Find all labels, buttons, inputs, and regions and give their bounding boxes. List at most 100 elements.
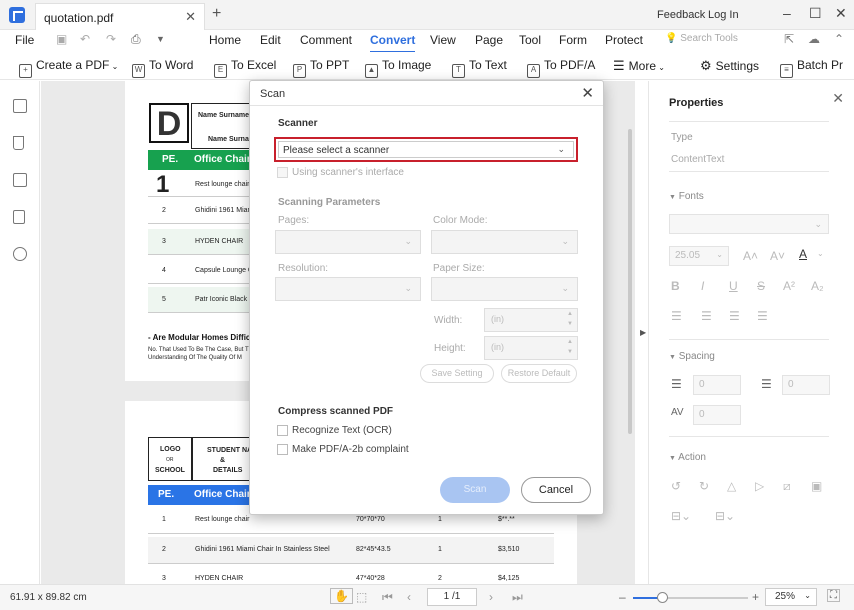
previous-page-icon[interactable]: ‹	[407, 590, 411, 604]
superscript-icon[interactable]: A²	[783, 279, 795, 293]
flip-vertical-icon[interactable]: △	[727, 479, 736, 493]
scan-button[interactable]: Scan	[440, 477, 510, 503]
menu-protect[interactable]: Protect	[605, 33, 643, 47]
fit-page-icon[interactable]: ⛶	[827, 589, 840, 602]
to-image-button[interactable]: ▲ To Image	[365, 58, 431, 78]
to-text-button[interactable]: T To Text	[452, 58, 507, 78]
menu-page[interactable]: Page	[475, 33, 503, 47]
color-mode-select[interactable]: ⌄	[431, 230, 578, 254]
rotate-right-icon[interactable]: ↻	[699, 479, 709, 493]
menu-view[interactable]: View	[430, 33, 456, 47]
align-left-icon[interactable]: ☰	[671, 309, 682, 323]
minimize-icon[interactable]: –	[783, 5, 791, 21]
comment-icon[interactable]	[13, 173, 27, 187]
spin-up-icon[interactable]: ▲	[567, 339, 573, 345]
width-input[interactable]: (in) ▲ ▼	[484, 308, 578, 332]
save-icon[interactable]: ▣	[56, 32, 70, 46]
search-tools-input[interactable]: 💡 Search Tools	[665, 33, 738, 44]
bookmark-icon[interactable]	[13, 136, 24, 150]
zoom-select[interactable]: 25% ⌄	[765, 588, 817, 606]
to-pdfa-button[interactable]: A To PDF/A	[527, 58, 595, 78]
document-tab[interactable]: quotation.pdf ✕	[35, 3, 205, 30]
zoom-slider[interactable]	[633, 592, 748, 603]
paper-size-select[interactable]: ⌄	[431, 277, 578, 301]
share-icon[interactable]: ⇱	[784, 32, 798, 46]
align-justify-icon[interactable]: ☰	[757, 309, 768, 323]
replace-image-icon[interactable]: ▣	[811, 479, 822, 493]
align-objects-icon[interactable]: ⊟⌄	[671, 509, 691, 523]
underline-icon[interactable]: U	[729, 279, 738, 293]
flip-horizontal-icon[interactable]: ▷	[755, 479, 764, 493]
cloud-upload-icon[interactable]: ☁	[808, 32, 822, 46]
restore-default-button[interactable]: Restore Default	[501, 364, 577, 383]
maximize-icon[interactable]: ☐	[809, 5, 822, 22]
font-size-select[interactable]: 25.05 ⌄	[669, 246, 729, 266]
font-color-icon[interactable]: A	[799, 247, 807, 261]
chevron-down-icon[interactable]: ⌄	[817, 249, 824, 258]
paragraph-spacing-input[interactable]: 0	[782, 375, 830, 395]
menu-tool[interactable]: Tool	[519, 33, 541, 47]
collapse-ribbon-icon[interactable]: ⌃	[834, 32, 848, 46]
tab-close-icon[interactable]: ✕	[185, 9, 196, 25]
italic-icon[interactable]: I	[701, 279, 704, 293]
redo-icon[interactable]: ↷	[106, 32, 120, 46]
close-window-icon[interactable]: ✕	[835, 5, 847, 22]
search-icon[interactable]	[13, 247, 27, 261]
menu-home[interactable]: Home	[209, 33, 241, 47]
align-center-icon[interactable]: ☰	[701, 309, 712, 323]
spin-down-icon[interactable]: ▼	[567, 321, 573, 327]
use-interface-checkbox[interactable]	[277, 167, 288, 178]
spin-up-icon[interactable]: ▲	[567, 311, 573, 317]
more-button[interactable]: ☰ More ⌄	[613, 58, 665, 74]
save-setting-button[interactable]: Save Setting	[420, 364, 494, 383]
menu-comment[interactable]: Comment	[300, 33, 352, 47]
new-tab-icon[interactable]: +	[212, 5, 221, 23]
font-family-select[interactable]: ⌄	[669, 214, 829, 234]
close-dialog-icon[interactable]: ✕	[581, 84, 594, 102]
close-properties-icon[interactable]: ✕	[832, 90, 844, 107]
quick-access-dropdown-icon[interactable]: ▼	[156, 34, 170, 48]
create-pdf-button[interactable]: + Create a PDF ⌄	[19, 58, 118, 78]
zoom-slider-knob[interactable]	[657, 592, 668, 603]
undo-icon[interactable]: ↶	[80, 32, 94, 46]
settings-button[interactable]: ⚙ Settings	[700, 58, 759, 74]
menu-file[interactable]: File	[15, 33, 34, 47]
select-tool-icon[interactable]: ⬚	[356, 590, 367, 604]
last-page-icon[interactable]: ⏭	[512, 590, 523, 605]
rotate-left-icon[interactable]: ↺	[671, 479, 681, 493]
character-spacing-input[interactable]: 0	[693, 405, 741, 425]
to-excel-button[interactable]: E To Excel	[214, 58, 276, 78]
scanner-select[interactable]: Please select a scanner ⌄	[274, 137, 578, 162]
menu-edit[interactable]: Edit	[260, 33, 281, 47]
line-spacing-input[interactable]: 0	[693, 375, 741, 395]
page-number-input[interactable]: 1 /1	[427, 588, 477, 606]
spin-down-icon[interactable]: ▼	[567, 349, 573, 355]
login-link[interactable]: Log In	[708, 9, 739, 21]
next-page-icon[interactable]: ›	[489, 590, 493, 604]
strikethrough-icon[interactable]: S	[757, 279, 765, 293]
batch-process-button[interactable]: ≡ Batch Pr	[780, 58, 843, 78]
cancel-button[interactable]: Cancel	[521, 477, 591, 503]
increase-font-icon[interactable]: A˄	[743, 249, 758, 263]
ocr-checkbox[interactable]	[277, 425, 288, 436]
first-page-icon[interactable]: ⏮	[382, 590, 393, 605]
decrease-font-icon[interactable]: A˅	[770, 249, 785, 263]
zoom-in-icon[interactable]: +	[752, 590, 759, 604]
subscript-icon[interactable]: A₂	[811, 279, 824, 293]
menu-form[interactable]: Form	[559, 33, 587, 47]
height-input[interactable]: (in) ▲ ▼	[484, 336, 578, 360]
pages-select[interactable]: ⌄	[275, 230, 421, 254]
print-icon[interactable]: ⎙	[131, 32, 145, 46]
menu-convert[interactable]: Convert	[370, 33, 416, 53]
distribute-objects-icon[interactable]: ⊟⌄	[715, 509, 735, 523]
hand-tool-icon[interactable]: ✋	[330, 588, 353, 604]
align-right-icon[interactable]: ☰	[729, 309, 740, 323]
attachment-icon[interactable]	[13, 210, 25, 224]
to-word-button[interactable]: W To Word	[132, 58, 193, 78]
to-ppt-button[interactable]: P To PPT	[293, 58, 349, 78]
thumbnails-icon[interactable]	[13, 99, 27, 113]
resolution-select[interactable]: ⌄	[275, 277, 421, 301]
collapse-right-panel-icon[interactable]: ▶	[640, 328, 646, 337]
zoom-out-icon[interactable]: –	[619, 590, 626, 604]
bold-icon[interactable]: B	[671, 279, 680, 293]
